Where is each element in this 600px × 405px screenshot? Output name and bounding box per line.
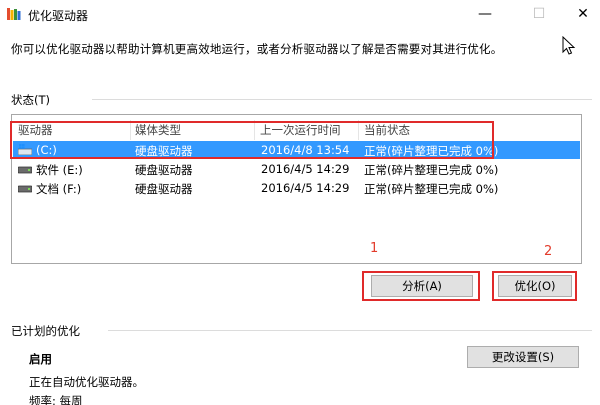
drive-name: 文档 (F:) [36, 182, 82, 196]
drive-status: 正常(碎片整理已完成 0%) [364, 182, 499, 196]
scheduled-frequency: 频率: 每周 [29, 394, 83, 405]
scheduled-description: 正在自动优化驱动器。 [29, 375, 144, 389]
annotation-marker-2: 2 [544, 244, 553, 259]
window-title: 优化驱动器 [28, 9, 89, 23]
drive-last-run: 2016/4/5 14:29 [261, 181, 350, 195]
analyze-button[interactable]: 分析(A) [371, 275, 473, 297]
defrag-app-icon [7, 8, 21, 20]
close-icon: ✕ [577, 6, 589, 22]
maximize-icon: ☐ [532, 6, 546, 22]
scheduled-optimization-label: 已计划的优化 [11, 324, 80, 338]
scheduled-divider [108, 330, 592, 331]
drive-status: 正常(碎片整理已完成 0%) [364, 163, 499, 177]
minimize-button[interactable]: — [462, 0, 508, 28]
drive-last-run: 2016/4/5 14:29 [261, 162, 350, 176]
drive-row-e[interactable]: 软件 (E:) 硬盘驱动器 2016/4/5 14:29 正常(碎片整理已完成 … [13, 160, 580, 178]
title-bar: 优化驱动器 — ☐ ✕ [0, 0, 600, 28]
hard-drive-icon [18, 166, 32, 174]
mouse-cursor-icon [562, 36, 576, 55]
status-group-label: 状态(T) [11, 93, 50, 107]
maximize-button[interactable]: ☐ [516, 0, 562, 28]
drive-name: 软件 (E:) [36, 163, 83, 177]
scheduled-status: 启用 [29, 352, 52, 366]
close-button[interactable]: ✕ [560, 0, 600, 28]
minimize-icon: — [478, 6, 492, 22]
change-settings-button[interactable]: 更改设置(S) [467, 346, 579, 368]
annotation-marker-1: 1 [370, 241, 379, 256]
optimize-button[interactable]: 优化(O) [498, 275, 572, 297]
description-text: 你可以优化驱动器以帮助计算机更高效地运行，或者分析驱动器以了解是否需要对其进行优… [11, 42, 503, 56]
status-group-divider [92, 99, 592, 100]
hard-drive-icon [18, 185, 32, 193]
drive-row-f[interactable]: 文档 (F:) 硬盘驱动器 2016/4/5 14:29 正常(碎片整理已完成 … [13, 179, 580, 197]
drive-media-type: 硬盘驱动器 [135, 182, 193, 196]
annotation-highlight-box [10, 121, 494, 159]
drive-media-type: 硬盘驱动器 [135, 163, 193, 177]
